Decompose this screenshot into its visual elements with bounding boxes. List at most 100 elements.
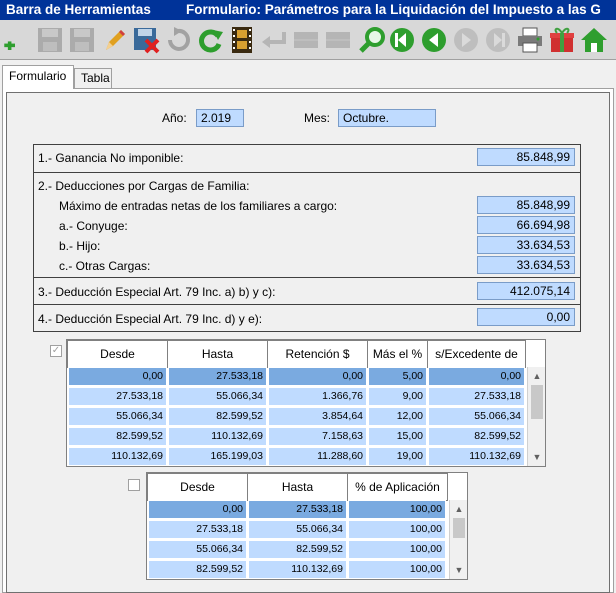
tab-formulario[interactable]: Formulario (2, 65, 74, 89)
apply-table-scroll-thumb[interactable] (453, 518, 465, 538)
apply-cell[interactable]: 0,00 (148, 500, 247, 519)
scale-cell[interactable]: 82.599,52 (428, 427, 525, 446)
apply-header-hasta[interactable]: Hasta (247, 473, 348, 501)
film-button[interactable] (226, 23, 258, 57)
save-button[interactable] (34, 23, 66, 57)
scale-table-checkbox[interactable]: ✓ (50, 345, 62, 357)
conyuge-field[interactable]: 66.694,98 (477, 216, 575, 234)
scale-table-scroll-thumb[interactable] (531, 385, 543, 419)
apply-header-aplicacion[interactable]: % de Aplicación (347, 473, 448, 501)
apply-cell[interactable]: 27.533,18 (148, 520, 247, 539)
scale-cell[interactable]: 27.533,18 (68, 387, 167, 406)
scale-cell[interactable]: 55.066,34 (428, 407, 525, 426)
search-button[interactable] (356, 23, 388, 57)
hijo-field[interactable]: 33.634,53 (477, 236, 575, 254)
scale-cell[interactable]: 165.199,03 (168, 447, 267, 466)
especial-abc-field[interactable]: 412.075,14 (477, 282, 575, 300)
last-record-icon (486, 28, 510, 52)
scroll-up-icon[interactable]: ▲ (452, 502, 466, 516)
especial-abc-label: 3.- Deducción Especial Art. 79 Inc. a) b… (38, 285, 276, 299)
apply-table-scrollbar[interactable]: ▲ ▼ (449, 500, 467, 579)
scale-table-scrollbar[interactable]: ▲ ▼ (527, 367, 545, 466)
month-field[interactable]: Octubre. (338, 109, 436, 127)
grid-icon (326, 32, 350, 48)
scale-cell[interactable]: 55.066,34 (168, 387, 267, 406)
apply-header-desde[interactable]: Desde (147, 473, 248, 501)
apply-cell[interactable]: 55.066,34 (148, 540, 247, 559)
magnifier-icon (359, 27, 385, 53)
first-record-button[interactable] (386, 23, 418, 57)
undo-button[interactable] (162, 23, 194, 57)
scale-cell[interactable]: 19,00 (368, 447, 427, 466)
scale-cell[interactable]: 5,00 (368, 367, 427, 386)
scale-header-mas-el[interactable]: Más el % (367, 340, 428, 368)
scale-cell[interactable]: 27.533,18 (168, 367, 267, 386)
scale-header-retencion[interactable]: Retención $ (267, 340, 368, 368)
gift-button[interactable] (546, 23, 578, 57)
add-button[interactable] (0, 23, 20, 57)
apply-cell[interactable]: 82.599,52 (148, 560, 247, 579)
enter-back-button[interactable] (258, 23, 290, 57)
undo-icon (168, 27, 190, 51)
scale-cell[interactable]: 0,00 (68, 367, 167, 386)
scale-cell[interactable]: 55.066,34 (68, 407, 167, 426)
deducciones-label: 2.- Deducciones por Cargas de Familia: (38, 179, 250, 193)
delete-button[interactable] (130, 23, 162, 57)
scale-cell[interactable]: 12,00 (368, 407, 427, 426)
maximo-label: Máximo de entradas netas de los familiar… (59, 199, 338, 213)
scale-cell[interactable]: 110.132,69 (68, 447, 167, 466)
scale-header-excedente[interactable]: s/Excedente de (427, 340, 526, 368)
especial-de-label: 4.- Deducción Especial Art. 79 Inc. d) y… (38, 312, 263, 326)
especial-de-field[interactable]: 0,00 (477, 308, 575, 326)
apply-cell[interactable]: 110.132,69 (248, 560, 347, 579)
print-button[interactable] (514, 23, 546, 57)
grid-button-2[interactable] (322, 23, 354, 57)
scale-cell[interactable]: 0,00 (428, 367, 525, 386)
enter-arrow-icon (262, 32, 286, 48)
scale-header-hasta[interactable]: Hasta (167, 340, 268, 368)
home-icon (581, 28, 607, 52)
scale-cell[interactable]: 11.288,60 (268, 447, 367, 466)
last-record-button[interactable] (482, 23, 514, 57)
apply-cell[interactable]: 27.533,18 (248, 500, 347, 519)
apply-cell[interactable]: 100,00 (348, 500, 446, 519)
scale-cell[interactable]: 110.132,69 (428, 447, 525, 466)
apply-cell[interactable]: 100,00 (348, 560, 446, 579)
apply-cell[interactable]: 100,00 (348, 540, 446, 559)
apply-cell[interactable]: 100,00 (348, 520, 446, 539)
grid-button-1[interactable] (290, 23, 322, 57)
year-label: Año: (162, 111, 187, 125)
scale-cell[interactable]: 9,00 (368, 387, 427, 406)
tab-tabla[interactable]: Tabla (74, 68, 112, 88)
scale-header-desde[interactable]: Desde (67, 340, 168, 368)
scroll-down-icon[interactable]: ▼ (530, 450, 544, 464)
scale-cell[interactable]: 27.533,18 (428, 387, 525, 406)
otras-cargas-field[interactable]: 33.634,53 (477, 256, 575, 274)
scale-cell[interactable]: 1.366,76 (268, 387, 367, 406)
floppy-icon (38, 28, 62, 52)
apply-table-checkbox[interactable] (128, 479, 140, 491)
scale-cell[interactable]: 82.599,52 (68, 427, 167, 446)
scale-cell[interactable]: 3.854,64 (268, 407, 367, 426)
scale-cell[interactable]: 15,00 (368, 427, 427, 446)
next-record-button[interactable] (450, 23, 482, 57)
maximo-field[interactable]: 85.848,99 (477, 196, 575, 214)
scale-cell[interactable]: 110.132,69 (168, 427, 267, 446)
scale-cell[interactable]: 7.158,63 (268, 427, 367, 446)
ganancia-field[interactable]: 85.848,99 (477, 148, 575, 166)
refresh-button[interactable] (194, 23, 226, 57)
save-as-button[interactable] (66, 23, 98, 57)
apply-cell[interactable]: 55.066,34 (248, 520, 347, 539)
scale-cell[interactable]: 0,00 (268, 367, 367, 386)
scroll-up-icon[interactable]: ▲ (530, 369, 544, 383)
home-button[interactable] (578, 23, 610, 57)
previous-record-button[interactable] (418, 23, 450, 57)
year-field[interactable]: 2.019 (196, 109, 244, 127)
previous-record-icon (422, 28, 446, 52)
first-record-icon (390, 28, 414, 52)
toolbar (0, 20, 616, 60)
scroll-down-icon[interactable]: ▼ (452, 563, 466, 577)
edit-button[interactable] (98, 23, 130, 57)
scale-cell[interactable]: 82.599,52 (168, 407, 267, 426)
apply-cell[interactable]: 82.599,52 (248, 540, 347, 559)
